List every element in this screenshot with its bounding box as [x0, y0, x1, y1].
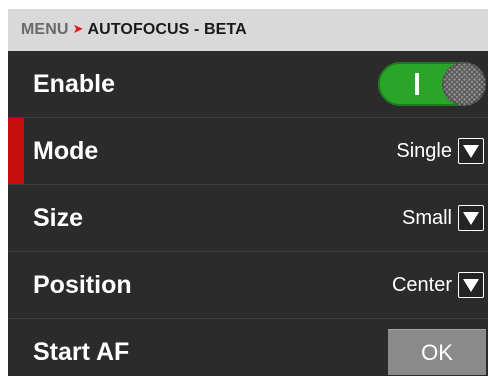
breadcrumb-separator-icon: ➤ — [72, 21, 84, 36]
setting-label-position: Position — [33, 270, 132, 299]
size-dropdown[interactable]: Small — [402, 205, 484, 231]
size-value: Small — [401, 206, 452, 229]
setting-row-position[interactable]: Position Center — [8, 252, 488, 319]
chevron-down-icon[interactable] — [458, 272, 484, 298]
setting-label-size: Size — [33, 203, 84, 232]
setting-row-mode[interactable]: Mode Single — [8, 118, 488, 185]
autofocus-menu-screen: MENU ➤ AUTOFOCUS - BETA Enable Mode Sing… — [8, 9, 488, 376]
mode-value: Single — [396, 139, 452, 162]
setting-label-start-af: Start AF — [33, 337, 130, 366]
setting-row-start-af: Start AF OK — [8, 319, 488, 376]
toggle-on-indicator — [415, 73, 419, 95]
chevron-down-icon[interactable] — [458, 205, 484, 231]
breadcrumb-current: AUTOFOCUS - BETA — [87, 21, 247, 38]
selection-indicator — [8, 118, 24, 184]
position-dropdown[interactable]: Center — [392, 272, 484, 298]
mode-dropdown[interactable]: Single — [396, 138, 484, 164]
setting-row-enable[interactable]: Enable — [8, 51, 488, 118]
setting-row-size[interactable]: Size Small — [8, 185, 488, 252]
chevron-down-icon[interactable] — [458, 138, 484, 164]
breadcrumb: MENU ➤ AUTOFOCUS - BETA — [8, 9, 488, 51]
start-af-ok-button[interactable]: OK — [388, 329, 486, 375]
setting-label-mode: Mode — [33, 136, 99, 165]
breadcrumb-root[interactable]: MENU — [21, 21, 69, 39]
enable-toggle[interactable] — [378, 62, 486, 106]
toggle-knob[interactable] — [442, 62, 486, 106]
setting-label-enable: Enable — [33, 69, 115, 98]
position-value: Center — [391, 273, 452, 296]
